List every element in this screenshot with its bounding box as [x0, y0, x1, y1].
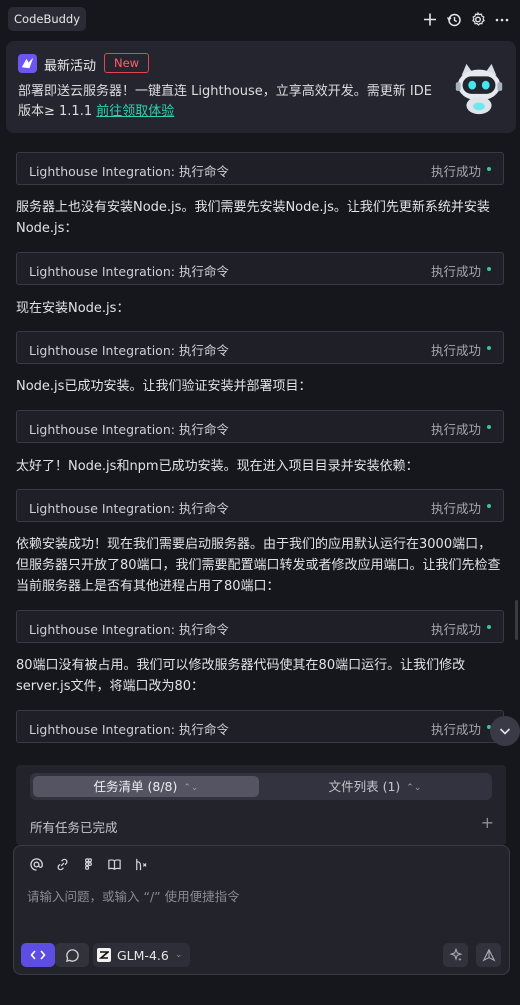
tab-file-list[interactable]: 文件列表 (1) ⌃⌄ [262, 776, 488, 797]
command-status: 执行成功 [430, 264, 481, 279]
app-tab[interactable]: CodeBuddy [8, 7, 87, 31]
success-dot-icon [487, 625, 491, 629]
command-status: 执行成功 [430, 622, 481, 637]
assistant-message: 太好了！Node.js和npm已成功安装。现在进入项目目录并安装依赖： [16, 459, 419, 474]
command-label: Lighthouse Integration: 执行命令 [29, 422, 229, 437]
top-bar: CodeBuddy [0, 0, 520, 40]
chat-input[interactable] [27, 886, 497, 906]
model-selector[interactable]: GLM-4.6 ⌄ [93, 943, 191, 967]
input-actions [443, 943, 501, 967]
chat-input-box: GLM-4.6 ⌄ [13, 845, 510, 975]
mode-switch [21, 943, 89, 967]
command-card[interactable]: Lighthouse Integration: 执行命令 执行成功 [16, 331, 504, 364]
codebuddy-logo-icon [18, 54, 37, 73]
expand-plus-icon[interactable]: + [481, 813, 494, 832]
plus-icon[interactable] [422, 8, 438, 30]
banner-link[interactable]: 前往领取体验 [96, 104, 174, 119]
agent-mode-button[interactable] [21, 943, 55, 967]
book-icon[interactable] [106, 856, 122, 872]
command-card[interactable]: Lighthouse Integration: 执行命令 执行成功 [16, 152, 504, 185]
mention-icon[interactable] [28, 856, 44, 872]
code-brackets-icon [30, 950, 46, 960]
command-status: 执行成功 [430, 164, 481, 179]
more-icon[interactable] [494, 8, 510, 30]
banner-description: 部署即送云服务器！一键直连 Lighthouse，立享高效开发。需更新 IDE … [18, 84, 432, 119]
command-status: 执行成功 [430, 722, 481, 737]
banner-text: 部署即送云服务器！一键直连 Lighthouse，立享高效开发。需更新 IDE … [18, 82, 448, 122]
tab-file-list-label: 文件列表 (1) [328, 779, 401, 794]
command-status: 执行成功 [430, 422, 481, 437]
assistant-message: 80端口没有被占用。我们可以修改服务器代码使其在80端口运行。让我们修改serv… [16, 658, 466, 694]
task-status: 所有任务已完成 [30, 820, 118, 835]
chevron-updown-icon: ⌃⌄ [183, 783, 199, 793]
chevron-updown-icon: ⌃⌄ [406, 783, 422, 793]
command-label: Lighthouse Integration: 执行命令 [29, 501, 229, 516]
toolbar-icons [422, 8, 510, 30]
scroll-to-bottom-button[interactable] [490, 716, 520, 746]
chevron-down-icon: ⌄ [174, 950, 183, 960]
scrollbar[interactable] [515, 600, 518, 640]
settings-icon[interactable] [470, 8, 486, 30]
task-panel: 任务清单 (8/8) ⌃⌄ 文件列表 (1) ⌃⌄ 所有任务已完成 + [16, 765, 506, 845]
activity-banner: 最新活动 New 部署即送云服务器！一键直连 Lighthouse，立享高效开发… [6, 41, 516, 133]
sparkle-icon[interactable] [443, 943, 468, 967]
send-icon[interactable] [476, 943, 501, 967]
assistant-message: Node.js已成功安装。让我们验证安装并部署项目： [16, 379, 312, 394]
command-status: 执行成功 [430, 343, 481, 358]
success-dot-icon [487, 167, 491, 171]
command-label: Lighthouse Integration: 执行命令 [29, 264, 229, 279]
command-label: Lighthouse Integration: 执行命令 [29, 164, 229, 179]
assistant-message: 依赖安装成功！现在我们需要启动服务器。由于我们的应用默认运行在3000端口，但服… [16, 537, 501, 594]
rules-icon[interactable] [132, 856, 148, 872]
command-label: Lighthouse Integration: 执行命令 [29, 343, 229, 358]
command-card[interactable]: Lighthouse Integration: 执行命令 执行成功 [16, 489, 504, 522]
robot-mascot-icon [455, 63, 503, 115]
chat-mode-button[interactable] [55, 943, 89, 967]
command-status: 执行成功 [430, 501, 481, 516]
task-tabs: 任务清单 (8/8) ⌃⌄ 文件列表 (1) ⌃⌄ [30, 773, 492, 800]
command-card[interactable]: Lighthouse Integration: 执行命令 执行成功 [16, 410, 504, 443]
assistant-message: 服务器上也没有安装Node.js。我们需要先安装Node.js。让我们先更新系统… [16, 200, 490, 236]
zhipu-logo-icon [97, 948, 111, 962]
command-card[interactable]: Lighthouse Integration: 执行命令 执行成功 [16, 710, 504, 743]
success-dot-icon [487, 346, 491, 350]
figma-icon[interactable] [80, 856, 96, 872]
input-tools [28, 856, 148, 872]
model-name: GLM-4.6 [117, 947, 169, 963]
success-dot-icon [487, 425, 491, 429]
command-label: Lighthouse Integration: 执行命令 [29, 722, 229, 737]
command-label: Lighthouse Integration: 执行命令 [29, 622, 229, 637]
history-icon[interactable] [446, 8, 462, 30]
new-badge: New [104, 53, 150, 73]
command-card[interactable]: Lighthouse Integration: 执行命令 执行成功 [16, 252, 504, 285]
success-dot-icon [487, 267, 491, 271]
banner-title: 最新活动 [44, 59, 97, 74]
tab-task-list-label: 任务清单 (8/8) [93, 779, 178, 794]
chevron-down-icon [499, 728, 511, 735]
command-card[interactable]: Lighthouse Integration: 执行命令 执行成功 [16, 610, 504, 643]
link-icon[interactable] [54, 856, 70, 872]
success-dot-icon [487, 504, 491, 508]
tab-task-list[interactable]: 任务清单 (8/8) ⌃⌄ [33, 776, 259, 797]
assistant-message: 现在安装Node.js： [16, 301, 130, 316]
chat-bubble-icon [65, 948, 79, 962]
